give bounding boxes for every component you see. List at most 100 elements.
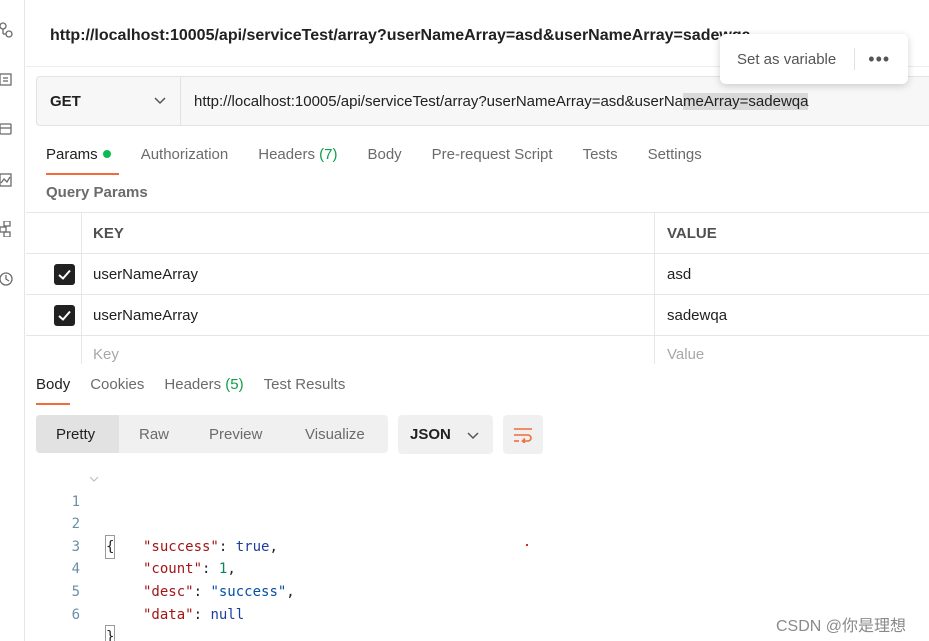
json-key: "count" [143, 561, 203, 578]
tab-label: Headers [258, 146, 315, 163]
checkmark-icon [58, 310, 71, 321]
json-key: "desc" [143, 583, 194, 600]
json-key: "data" [143, 606, 194, 623]
code-line: 4 "desc": "success", [60, 536, 295, 600]
tab-label: Pre-request Script [431, 146, 553, 163]
tab-label: Tests [582, 146, 618, 163]
url-text: http://localhost:10005/api/serviceTest/a… [194, 92, 683, 110]
wrap-lines-button[interactable] [503, 415, 543, 454]
tab-label: Body [36, 376, 71, 393]
tab-count: (7) [319, 146, 338, 163]
code-line: 5 "data": null [60, 558, 245, 623]
view-visualize-button[interactable]: Visualize [285, 415, 388, 453]
table-row-new: Key Value [26, 335, 929, 364]
view-raw-button[interactable]: Raw [119, 415, 189, 453]
url-text-selected: meArray=sadewqa [683, 92, 809, 110]
table-cell [26, 295, 82, 335]
open-brace: { [104, 534, 116, 560]
table-row: userNameArray sadewqa [26, 294, 929, 335]
view-preview-button[interactable]: Preview [189, 415, 285, 453]
json-value: "success" [210, 583, 287, 600]
tab-label: Body [367, 146, 402, 163]
format-label: JSON [410, 426, 451, 443]
set-as-variable-button[interactable]: Set as variable [737, 51, 836, 68]
table-header-row: KEY VALUE [26, 212, 929, 253]
json-separator: , [269, 538, 278, 555]
param-value-field[interactable]: asd [655, 254, 929, 294]
json-key: "success" [143, 538, 219, 555]
response-tabs: Body Cookies Headers (5) Test Results [36, 376, 365, 405]
table-cell [26, 254, 82, 294]
tab-label: Test Results [263, 376, 346, 393]
tab-label: Settings [647, 146, 702, 163]
response-body-editor[interactable]: 1 { 2 "success": true, 3 "count": 1, 4 "… [60, 468, 295, 641]
code-line: 1 { [60, 468, 116, 560]
environments-icon[interactable] [0, 121, 14, 137]
code-line: 6 } [60, 581, 116, 641]
tab-response-body[interactable]: Body [36, 376, 71, 405]
tab-label: Cookies [90, 376, 145, 393]
flows-icon[interactable] [0, 221, 14, 237]
watermark: CSDN @你是理想 [776, 618, 907, 635]
active-dot-icon [102, 150, 111, 159]
tab-response-headers[interactable]: Headers (5) [164, 376, 243, 393]
tab-pre-request-script[interactable]: Pre-request Script [432, 146, 553, 176]
code-line: 3 "count": 1, [60, 513, 236, 578]
checkmark-icon [58, 269, 71, 280]
tab-label: Authorization [140, 146, 229, 163]
tab-count: (5) [225, 376, 244, 393]
json-value: null [210, 606, 245, 623]
history-icon[interactable] [0, 271, 14, 287]
collections-icon[interactable] [0, 22, 14, 38]
view-pretty-button[interactable]: Pretty [36, 415, 119, 453]
tab-authorization[interactable]: Authorization [141, 146, 229, 176]
view-mode-selector: Pretty Raw Preview Visualize [36, 415, 388, 453]
request-title[interactable]: http://localhost:10005/api/serviceTest/a… [50, 27, 750, 45]
chevron-down-icon [467, 432, 479, 440]
new-key-input[interactable]: Key [82, 336, 655, 364]
tab-test-results[interactable]: Test Results [264, 376, 346, 393]
json-separator: , [286, 583, 295, 600]
new-value-input[interactable]: Value [655, 336, 929, 364]
tab-tests[interactable]: Tests [583, 146, 618, 176]
table-cell [26, 336, 82, 364]
url-input[interactable]: http://localhost:10005/api/serviceTest/a… [181, 92, 809, 110]
param-checkbox[interactable] [54, 264, 75, 285]
param-key-field[interactable]: userNameArray [82, 254, 655, 294]
tab-label: Params [46, 146, 98, 163]
monitors-icon[interactable] [0, 172, 14, 188]
chevron-down-icon [154, 97, 166, 105]
fold-chevron-icon[interactable] [89, 474, 99, 484]
line-number: 6 [71, 606, 80, 623]
more-options-icon[interactable]: ••• [868, 49, 889, 69]
value-column-header: VALUE [667, 224, 717, 242]
tab-cookies[interactable]: Cookies [90, 376, 144, 393]
tab-label: Headers [164, 376, 222, 393]
table-cell [26, 213, 82, 253]
code-line: 2 "success": true, [60, 491, 278, 555]
key-column-header: KEY [82, 213, 655, 253]
json-value: true [235, 538, 270, 555]
param-key-field[interactable]: userNameArray [82, 295, 655, 335]
set-variable-popover: Set as variable ••• [720, 34, 908, 84]
tab-body[interactable]: Body [367, 146, 401, 176]
divider [854, 48, 856, 70]
stray-mark [526, 544, 528, 546]
close-brace: } [104, 625, 116, 641]
param-checkbox[interactable] [54, 305, 75, 326]
table-row: userNameArray asd [26, 253, 929, 294]
tab-headers[interactable]: Headers (7) [258, 146, 337, 176]
query-params-table: KEY VALUE userNameArray asd userNameArra… [26, 212, 929, 364]
method-select[interactable]: GET [37, 77, 181, 125]
json-separator: , [227, 561, 236, 578]
apis-icon[interactable] [0, 72, 14, 88]
request-tabs: Params Authorization Headers (7) Body Pr… [46, 146, 732, 176]
format-select[interactable]: JSON [398, 415, 493, 454]
method-label: GET [50, 92, 81, 110]
query-params-title: Query Params [46, 184, 148, 201]
tab-settings[interactable]: Settings [648, 146, 702, 176]
param-value-field[interactable]: sadewqa [655, 295, 929, 335]
app-sidebar [0, 0, 25, 641]
wrap-lines-icon [514, 427, 532, 443]
tab-params[interactable]: Params [46, 146, 119, 176]
